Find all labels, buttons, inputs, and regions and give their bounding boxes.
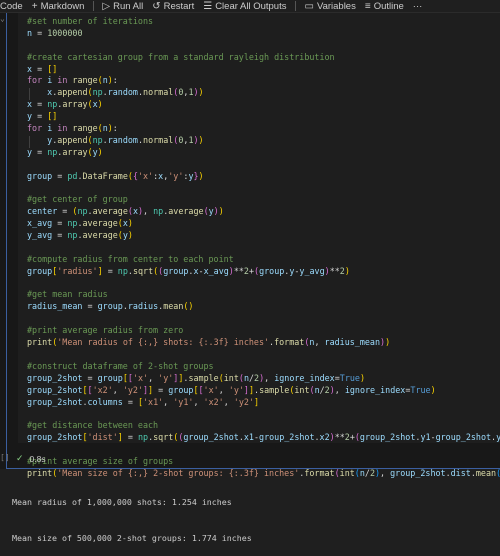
outline-label: Outline — [373, 0, 404, 12]
code-line[interactable]: x = np.array(x) — [27, 99, 500, 111]
code-line[interactable]: n = 1000000 — [27, 28, 500, 40]
code-line[interactable]: y = np.array(y) — [27, 147, 500, 159]
variables-icon: ▭ — [304, 0, 314, 12]
code-line[interactable] — [27, 313, 500, 325]
run-all-icon: ▷ — [102, 0, 111, 12]
code-line[interactable]: x_avg = np.average(x) — [27, 218, 500, 230]
clear-outputs-icon: ☰ — [203, 0, 213, 12]
code-line[interactable]: group_2shot[['x2', 'y2']] = group[['x', … — [27, 385, 500, 397]
code-line[interactable]: for i in range(n): — [27, 123, 500, 135]
cell-output: Mean radius of 1,000,000 shots: 1.254 in… — [12, 472, 252, 556]
restart-icon: ↺ — [152, 0, 161, 12]
run-all-button[interactable]: ▷ Run All — [102, 1, 143, 12]
code-line[interactable]: x.append(np.random.normal(0,1)) — [27, 87, 500, 99]
code-label: Code — [0, 0, 23, 12]
code-line[interactable]: group_2shot['dist'] = np.sqrt((group_2sh… — [27, 432, 500, 444]
more-icon: ··· — [412, 0, 423, 12]
code-line[interactable] — [27, 182, 500, 194]
success-check-icon: ✓ — [16, 453, 24, 463]
outline-button[interactable]: ≡ Outline — [365, 1, 404, 12]
code-line[interactable]: group['radius'] = np.sqrt((group.x-x_avg… — [27, 266, 500, 278]
code-line[interactable]: y.append(np.random.normal(0,1)) — [27, 135, 500, 147]
code-line[interactable]: radius_mean = group.radius.mean() — [27, 301, 500, 313]
code-line[interactable]: #set number of iterations — [27, 16, 500, 28]
toolbar-divider — [295, 1, 297, 11]
variables-label: Variables — [316, 0, 356, 12]
code-line[interactable]: y_avg = np.average(y) — [27, 230, 500, 242]
execution-count-icon: [] — [0, 453, 10, 462]
clear-all-outputs-button[interactable]: ☰ Clear All Outputs — [203, 1, 286, 12]
code-line[interactable]: #create cartesian group from a standard … — [27, 52, 500, 64]
cell-focus-indicator — [6, 13, 7, 469]
code-line[interactable]: for i in range(n): — [27, 75, 500, 87]
code-line[interactable]: #get distance between each — [27, 420, 500, 432]
markdown-label: Markdown — [40, 0, 85, 12]
code-line[interactable]: print('Mean radius of {:,} shots: {:.3f}… — [27, 337, 500, 349]
restart-label: Restart — [163, 0, 195, 12]
execution-duration: 0.8s — [29, 453, 46, 464]
output-line: Mean size of 500,000 2-shot groups: 1.77… — [12, 533, 252, 543]
run-all-label: Run All — [113, 0, 144, 12]
code-line[interactable]: x = [] — [27, 64, 500, 76]
more-actions-button[interactable]: ··· — [413, 1, 423, 12]
code-line[interactable]: #print average radius from zero — [27, 325, 500, 337]
plus-icon: + — [31, 0, 38, 12]
code-line[interactable] — [27, 444, 500, 456]
code-line[interactable]: group_2shot = group[['x', 'y']].sample(i… — [27, 373, 500, 385]
code-line[interactable]: #get center of group — [27, 194, 500, 206]
collapse-chevron-icon[interactable]: ⌄ — [0, 14, 5, 23]
output-line: Mean radius of 1,000,000 shots: 1.254 in… — [12, 497, 232, 507]
code-line[interactable] — [27, 159, 500, 171]
code-line[interactable] — [27, 349, 500, 361]
execution-status: ✓ 0.8s — [16, 453, 46, 464]
code-line[interactable] — [27, 242, 500, 254]
code-line[interactable]: y = [] — [27, 111, 500, 123]
clear-outputs-label: Clear All Outputs — [215, 0, 287, 12]
add-markdown-cell-button[interactable]: + Markdown — [32, 1, 85, 12]
code-line[interactable]: group = pd.DataFrame({'x':x,'y':y}) — [27, 171, 500, 183]
outline-icon: ≡ — [364, 0, 371, 12]
code-content[interactable]: #set number of iterations n = 1000000 #cr… — [27, 16, 500, 480]
restart-button[interactable]: ↺ Restart — [152, 1, 194, 12]
code-line[interactable] — [27, 278, 500, 290]
variables-button[interactable]: ▭ Variables — [304, 1, 355, 12]
code-line[interactable]: group_2shot.columns = ['x1', 'y1', 'x2',… — [27, 397, 500, 409]
add-code-cell-button[interactable]: Code — [0, 1, 23, 12]
code-line[interactable]: #get mean radius — [27, 289, 500, 301]
code-line[interactable]: #construct dataframe of 2-shot groups — [27, 361, 500, 373]
code-line[interactable] — [27, 40, 500, 52]
code-line[interactable]: center = (np.average(x), np.average(y)) — [27, 206, 500, 218]
toolbar-divider — [93, 1, 95, 11]
code-line[interactable]: #compute radius from center to each poin… — [27, 254, 500, 266]
notebook-toolbar: Code + Markdown ▷ Run All ↺ Restart ☰ Clear … — [0, 0, 500, 13]
code-line[interactable]: #print average size of groups — [27, 456, 500, 468]
code-line[interactable] — [27, 408, 500, 420]
